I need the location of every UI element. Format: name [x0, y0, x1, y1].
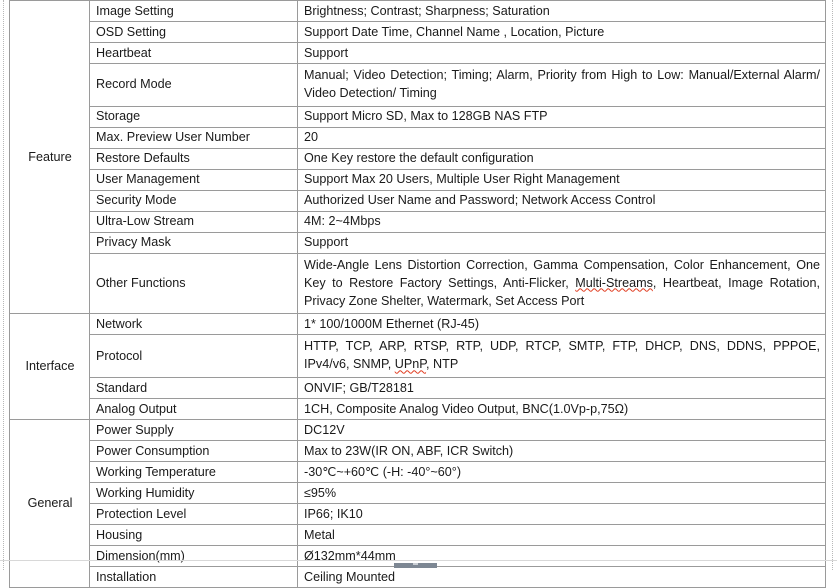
bottom-separator-rule — [0, 560, 837, 561]
spec-item-value: ≤95% — [297, 482, 826, 505]
table-row: Analog Output 1CH, Composite Analog Vide… — [10, 398, 826, 421]
spec-item-value: Support Max 20 Users, Multiple User Righ… — [297, 168, 826, 191]
spec-item-value: 1CH, Composite Analog Video Output, BNC(… — [297, 398, 826, 421]
protocol-line-2-a: IPv4/v6, SNMP, — [304, 357, 395, 372]
table-row: Max. Preview User Number 20 — [10, 126, 826, 149]
spec-item-value: Manual; Video Detection; Timing; Alarm, … — [297, 63, 826, 107]
spec-item-name: Power Consumption — [89, 440, 298, 463]
spec-item-value: Support — [297, 42, 826, 64]
spec-item-value: Authorized User Name and Password; Netwo… — [297, 189, 826, 212]
protocol-line-1: HTTP, TCP, ARP, RTSP, RTP, UDP, RTCP, SM… — [304, 339, 820, 354]
table-row: Standard ONVIF; GB/T28181 — [10, 377, 826, 400]
group-label-general: General — [9, 419, 90, 588]
misspelled-word-multi-streams: Multi-Streams — [575, 275, 653, 290]
table-row: Heartbeat Support — [10, 42, 826, 64]
spec-item-value: Support — [297, 231, 826, 254]
spec-item-name: Restore Defaults — [89, 147, 298, 170]
spec-item-name: Working Humidity — [89, 482, 298, 505]
page-margin-guide-right — [832, 0, 833, 570]
spec-item-value: ONVIF; GB/T28181 — [297, 377, 826, 400]
table-row: Privacy Mask Support — [10, 231, 826, 254]
spec-item-name: User Management — [89, 168, 298, 191]
table-row: Ultra-Low Stream 4M: 2~4Mbps — [10, 210, 826, 233]
spec-item-name: Security Mode — [89, 189, 298, 212]
spec-item-value: -30℃~+60℃ (-H: -40°~60°) — [297, 461, 826, 484]
spec-item-name: Protocol — [89, 334, 298, 379]
scrollbar-thumb-notch — [413, 563, 418, 565]
table-row: Housing Metal — [10, 524, 826, 547]
spec-item-value: Ø132mm*44mm — [297, 545, 826, 568]
table-row: Record Mode Manual; Video Detection; Tim… — [10, 63, 826, 107]
table-row: Interface Network 1* 100/1000M Ethernet … — [9, 313, 826, 421]
table-row: Feature Image Setting Brightness; Contra… — [9, 0, 826, 315]
horizontal-scrollbar-thumb[interactable] — [394, 563, 437, 568]
other-functions-line-1: Wide-Angle Lens Distortion Correction, G… — [304, 257, 704, 272]
table-row: Working Humidity ≤95% — [10, 482, 826, 505]
misspelled-word-upnp: UPnP — [394, 357, 427, 372]
other-functions-line-2-b: , — [652, 275, 657, 290]
table-row: Protocol HTTP, TCP, ARP, RTSP, RTP, UDP,… — [10, 334, 826, 379]
spec-item-name: Heartbeat — [89, 42, 298, 64]
protocol-line-2-b: , NTP — [426, 357, 459, 372]
specification-document: Feature Image Setting Brightness; Contra… — [9, 0, 826, 588]
spec-item-value: IP66; IK10 — [297, 503, 826, 526]
spec-item-value: Wide-Angle Lens Distortion Correction, G… — [297, 252, 826, 315]
table-row: Power Consumption Max to 23W(IR ON, ABF,… — [10, 440, 826, 463]
spec-item-name: Ultra-Low Stream — [89, 210, 298, 233]
table-row: General Power Supply DC12V — [9, 419, 826, 588]
spec-item-name: Network — [89, 313, 298, 336]
page-margin-guide-left — [3, 0, 4, 570]
spec-item-name: Working Temperature — [89, 461, 298, 484]
spec-item-name: Record Mode — [89, 63, 298, 107]
spec-item-value: Brightness; Contrast; Sharpness; Saturat… — [297, 0, 826, 22]
table-row: Security Mode Authorized User Name and P… — [10, 189, 826, 212]
spec-item-name: Storage — [89, 105, 298, 128]
spec-item-name: Analog Output — [89, 398, 298, 421]
spec-item-name: Image Setting — [89, 0, 298, 22]
record-mode-line-1: Manual; Video Detection; Timing; Alarm, … — [304, 68, 684, 82]
table-row: Restore Defaults One Key restore the def… — [10, 147, 826, 170]
spec-item-name: Max. Preview User Number — [89, 126, 298, 149]
spec-item-value: HTTP, TCP, ARP, RTSP, RTP, UDP, RTCP, SM… — [297, 334, 826, 379]
spec-item-value: 20 — [297, 126, 826, 149]
spec-item-value: Metal — [297, 524, 826, 547]
table-row: Storage Support Micro SD, Max to 128GB N… — [10, 105, 826, 128]
spec-item-value: 4M: 2~4Mbps — [297, 210, 826, 233]
group-label-feature: Feature — [9, 0, 90, 315]
specification-table: Feature Image Setting Brightness; Contra… — [9, 0, 826, 588]
spec-item-name: OSD Setting — [89, 21, 298, 43]
spec-item-name: Standard — [89, 377, 298, 400]
spec-item-value: DC12V — [297, 419, 826, 442]
table-row: OSD Setting Support Date Time, Channel N… — [10, 21, 826, 43]
spec-item-value: 1* 100/1000M Ethernet (RJ-45) — [297, 313, 826, 336]
spec-item-name: Protection Level — [89, 503, 298, 526]
spec-item-value: Support Micro SD, Max to 128GB NAS FTP — [297, 105, 826, 128]
spec-item-name: Housing — [89, 524, 298, 547]
table-row: Working Temperature -30℃~+60℃ (-H: -40°~… — [10, 461, 826, 484]
table-row: User Management Support Max 20 Users, Mu… — [10, 168, 826, 191]
table-row: Protection Level IP66; IK10 — [10, 503, 826, 526]
spec-item-value: One Key restore the default configuratio… — [297, 147, 826, 170]
spec-item-value: Max to 23W(IR ON, ABF, ICR Switch) — [297, 440, 826, 463]
spec-item-value: Support Date Time, Channel Name , Locati… — [297, 21, 826, 43]
spec-item-name: Power Supply — [89, 419, 298, 442]
spec-item-name: Other Functions — [89, 252, 298, 315]
table-row: Other Functions Wide-Angle Lens Distorti… — [10, 252, 826, 315]
group-label-interface: Interface — [9, 313, 90, 421]
spec-item-name: Dimension(mm) — [89, 545, 298, 568]
spec-item-name: Privacy Mask — [89, 231, 298, 254]
